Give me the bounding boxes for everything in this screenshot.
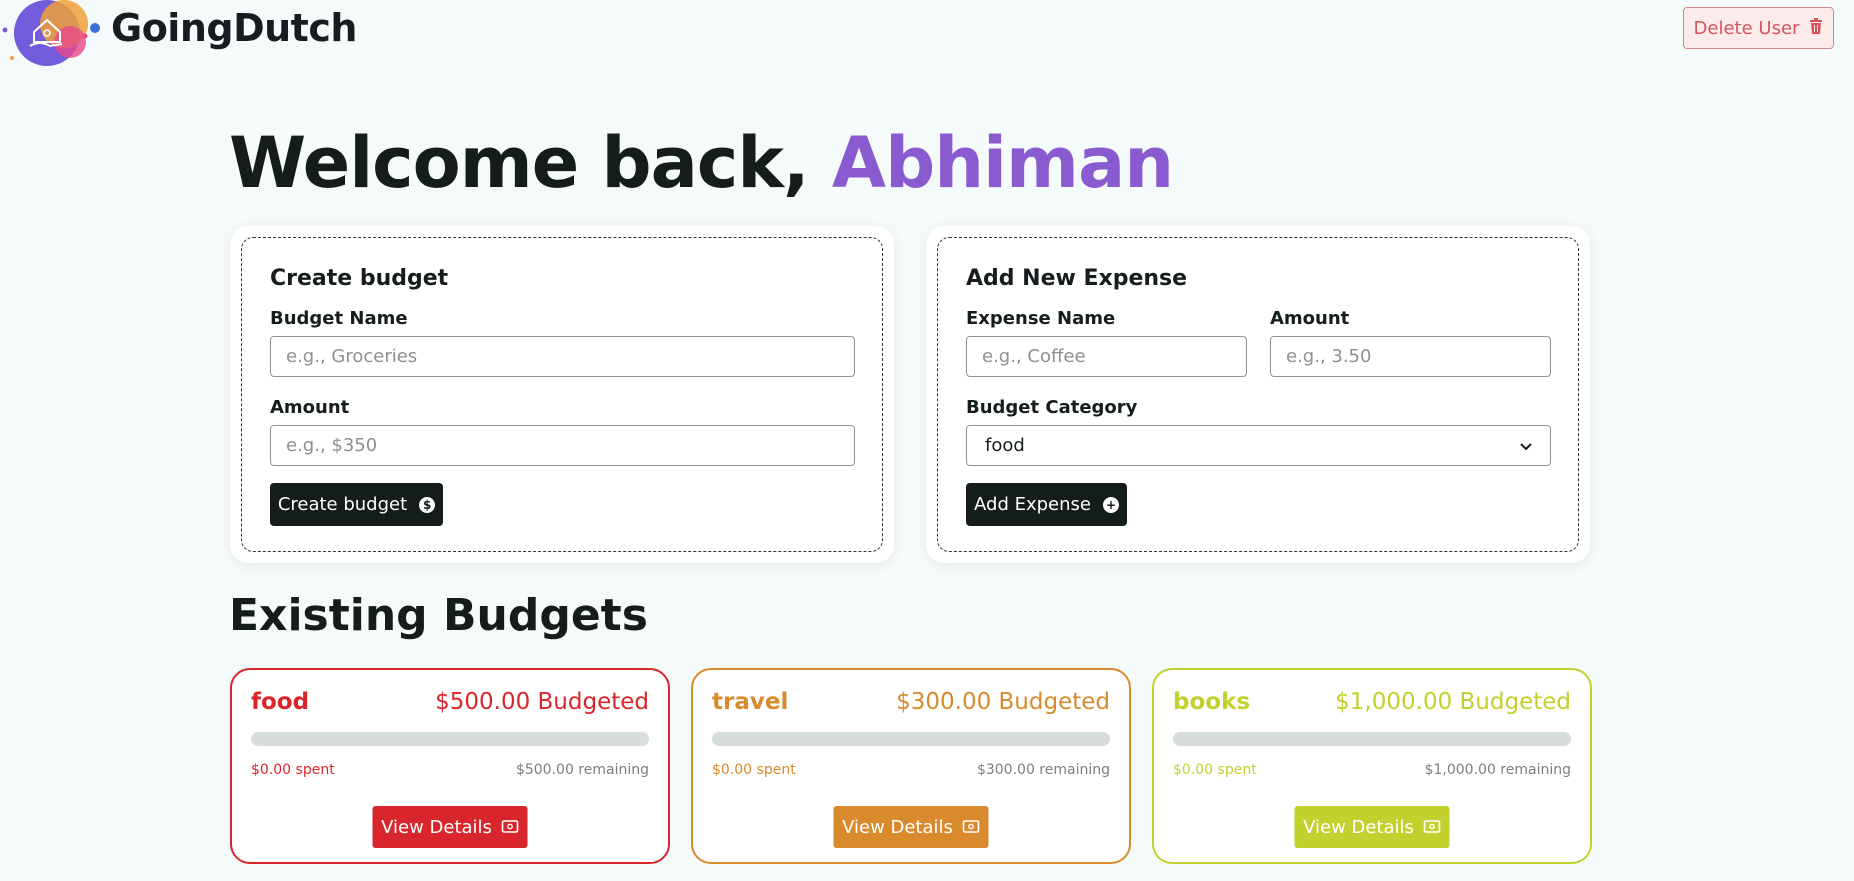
create-budget-title: Create budget (270, 266, 449, 291)
app-header: GoingDutch Delete User (0, 0, 1854, 66)
budget-card-travel: travel $300.00 Budgeted $0.00 spent $300… (691, 668, 1131, 864)
add-expense-card: Add New Expense Expense Name Amount Budg… (926, 226, 1590, 563)
budget-amount: $1,000.00 Budgeted (1335, 689, 1571, 715)
budget-name-label: Budget Name (270, 308, 408, 329)
view-details-button[interactable]: View Details (372, 806, 528, 848)
budget-card-books: books $1,000.00 Budgeted $0.00 spent $1,… (1152, 668, 1592, 864)
user-name: Abhiman (831, 122, 1174, 204)
budget-spent: $0.00 spent (251, 762, 335, 778)
budget-name: travel (712, 689, 789, 715)
existing-budgets-title: Existing Budgets (229, 590, 648, 641)
view-details-button[interactable]: View Details (833, 806, 989, 848)
view-details-label: View Details (1303, 816, 1414, 838)
budget-remaining: $500.00 remaining (515, 762, 649, 778)
add-expense-form: Add New Expense Expense Name Amount Budg… (937, 237, 1579, 552)
budget-progress-bar (1173, 732, 1571, 746)
brand-name[interactable]: GoingDutch (111, 6, 357, 50)
create-budget-card: Create budget Budget Name Amount Create … (230, 226, 894, 563)
add-expense-title: Add New Expense (966, 266, 1188, 291)
budget-amount: $500.00 Budgeted (435, 689, 649, 715)
budget-remaining: $300.00 remaining (976, 762, 1110, 778)
create-budget-button-label: Create budget (277, 494, 408, 515)
budget-progress-bar (712, 732, 1110, 746)
budget-spent: $0.00 spent (712, 762, 796, 778)
add-expense-button[interactable]: Add Expense + (966, 483, 1127, 526)
plus-circle-icon: + (1102, 496, 1119, 513)
budget-amount: $300.00 Budgeted (896, 689, 1110, 715)
logo-icon[interactable] (0, 0, 110, 70)
trash-icon (1809, 17, 1823, 39)
create-budget-button[interactable]: Create budget $ (270, 483, 443, 526)
add-expense-button-label: Add Expense (974, 494, 1091, 515)
budget-amount-input[interactable] (270, 425, 855, 466)
budget-name: food (251, 689, 310, 715)
budget-spent: $0.00 spent (1173, 762, 1257, 778)
budget-name-input[interactable] (270, 336, 855, 377)
budget-category-select[interactable]: food (966, 425, 1551, 466)
budget-name: books (1173, 689, 1251, 715)
page-title: Welcome back, Abhiman (229, 122, 1174, 204)
cash-icon (963, 817, 980, 838)
expense-amount-input[interactable] (1270, 336, 1551, 377)
dollar-circle-icon: $ (419, 496, 436, 513)
delete-user-label: Delete User (1693, 17, 1800, 39)
delete-user-button[interactable]: Delete User (1683, 7, 1834, 49)
chevron-down-icon (1520, 435, 1532, 456)
budget-category-value: food (985, 435, 1025, 456)
budget-amount-label: Amount (270, 397, 350, 418)
view-details-label: View Details (842, 816, 953, 838)
create-budget-form: Create budget Budget Name Amount Create … (241, 237, 883, 552)
cash-icon (1424, 817, 1441, 838)
budget-category-label: Budget Category (966, 397, 1138, 418)
expense-amount-label: Amount (1270, 308, 1350, 329)
expense-name-input[interactable] (966, 336, 1247, 377)
view-details-button[interactable]: View Details (1294, 806, 1450, 848)
cash-icon (502, 817, 519, 838)
budget-remaining: $1,000.00 remaining (1424, 762, 1571, 778)
budget-progress-bar (251, 732, 649, 746)
view-details-label: View Details (381, 816, 492, 838)
expense-name-label: Expense Name (966, 308, 1116, 329)
budget-card-food: food $500.00 Budgeted $0.00 spent $500.0… (230, 668, 670, 864)
welcome-prefix: Welcome back, (229, 122, 832, 204)
